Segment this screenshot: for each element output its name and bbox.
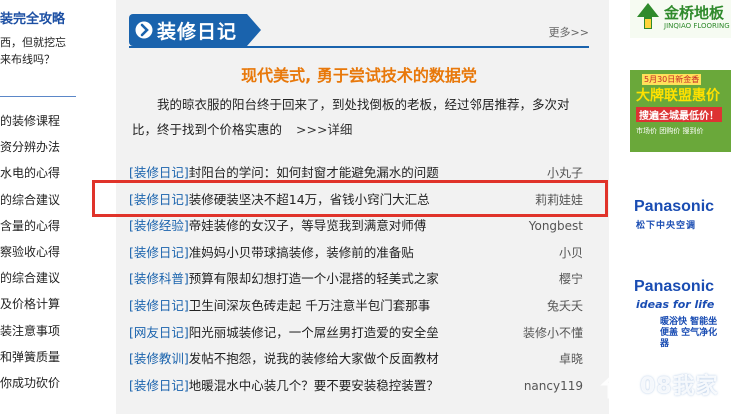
left-sub-line[interactable]: 西，但就挖忘 — [0, 34, 66, 50]
left-link-list: 的装修课程 资分辨办法 水电的心得 的综合建议 含量的心得 察验收心得 的综合建… — [0, 108, 78, 396]
left-list-item[interactable]: 资分辨办法 — [0, 134, 78, 160]
left-list-item[interactable]: 装注意事项 — [0, 318, 78, 344]
left-column: 装完全攻略 西，但就挖忘 来布线吗？ 的装修课程 资分辨办法 水电的心得 的综合… — [0, 0, 78, 414]
article-title[interactable]: 地暖混水中心装几个？要不要安装稳控装置？ — [189, 378, 439, 393]
more-link[interactable]: 更多>> — [549, 24, 589, 40]
article-row[interactable]: [装修日记]地暖混水中心装几个？要不要安装稳控装置？ nancy119 — [129, 373, 589, 400]
house-logo-icon — [600, 366, 640, 399]
article-row[interactable]: [装修日记]准妈妈小贝带球搞装修，装修前的准备贴 小贝 — [129, 240, 589, 267]
ad-panasonic-ac[interactable]: Panasonic 松下中央空调 — [630, 176, 731, 256]
ad-promo-banner[interactable]: 5月30日新金香 大牌联盟惠价日 搜遍全城最低价！ 市场价 团购价 搜到价 — [630, 70, 731, 152]
left-list-item[interactable]: 及价格计算 — [0, 291, 78, 317]
article-author[interactable]: 兔夭夭 — [547, 293, 583, 319]
ad-price-row: 市场价 团购价 搜到价 — [636, 127, 704, 135]
highlight-box — [92, 180, 608, 217]
site-watermark: 08我家 — [596, 360, 728, 404]
section-title: 装修日记 — [157, 21, 238, 43]
article-author[interactable]: Yongbest — [529, 213, 583, 239]
left-list-item[interactable]: 的综合建议 — [0, 265, 78, 291]
article-title[interactable]: 准妈妈小贝带球搞装修，装修前的准备贴 — [189, 245, 414, 260]
left-list-item[interactable]: 的装修课程 — [0, 108, 78, 134]
article-author[interactable]: 小贝 — [559, 240, 583, 266]
ad-brand: Panasonic — [634, 278, 715, 295]
tree-logo-icon — [637, 3, 659, 29]
article-author[interactable]: nancy119 — [524, 373, 583, 399]
article-row[interactable]: [装修教训]发帖不抱怨，说我的装修给大家做个反面教材 卓晓 — [129, 346, 589, 373]
article-category[interactable]: [装修经验] — [129, 218, 189, 233]
left-list-item[interactable]: 察验收心得 — [0, 239, 78, 265]
article-title[interactable]: 预算有限却幻想打造一个小混搭的轻美式之家 — [189, 271, 439, 286]
watermark-text: 08我家 — [640, 374, 719, 399]
ad-brand-sub: JINQIAO FLOORING — [664, 22, 730, 30]
ad-product: 暖浴快 智能坐便盖 空气净化器 — [660, 317, 718, 349]
article-row[interactable]: [装修科普]预算有限却幻想打造一个小混搭的轻美式之家 樱宁 — [129, 266, 589, 293]
ad-tagline: 搜遍全城最低价！ — [636, 107, 722, 122]
article-category[interactable]: [网友日记] — [129, 325, 189, 340]
article-category[interactable]: [装修日记] — [129, 298, 189, 313]
ad-slogan: ideas for life — [636, 298, 715, 311]
article-row[interactable]: [装修经验]帝娃装修的女汉子，等导览我到满意对师傅 Yongbest — [129, 213, 589, 240]
section-tag: 装修日记 — [129, 14, 261, 46]
chevron-right-icon — [135, 21, 153, 39]
ad-jinqiao-flooring[interactable]: 金桥地板 JINQIAO FLOORING — [630, 0, 731, 38]
article-category[interactable]: [装修日记] — [129, 165, 189, 180]
left-list-item[interactable]: 你成功砍价 — [0, 370, 78, 396]
article-row[interactable]: [装修日记]卫生间深灰色砖走起 千万注意半包门套那事 兔夭夭 — [129, 293, 589, 320]
left-list-item[interactable]: 的综合建议 — [0, 187, 78, 213]
article-author[interactable]: 樱宁 — [559, 266, 583, 292]
ad-panasonic-bath[interactable]: Panasonic ideas for life 暖浴快 智能坐便盖 空气净化器 — [630, 270, 731, 370]
article-title[interactable]: 阳光丽城装修记，一个屌丝男打造爱的安全垒 — [189, 325, 439, 340]
left-list-item[interactable]: 水电的心得 — [0, 160, 78, 186]
left-sub-line[interactable]: 来布线吗？ — [0, 51, 55, 67]
detail-link[interactable]: >>>详细 — [296, 122, 352, 137]
ad-product: 松下中央空调 — [636, 221, 697, 231]
article-author[interactable]: 装修小不懂 — [523, 320, 583, 346]
article-category[interactable]: [装修日记] — [129, 378, 189, 393]
header-divider — [129, 46, 589, 48]
feature-title-link[interactable]: 现代美式, 勇于尝试技术的数据党 — [129, 62, 589, 86]
article-category[interactable]: [装修科普] — [129, 271, 189, 286]
ad-brand: Panasonic — [634, 198, 715, 215]
article-title[interactable]: 发帖不抱怨，说我的装修给大家做个反面教材 — [189, 351, 439, 366]
ad-brand: 金桥地板 — [664, 4, 725, 22]
left-headline-link[interactable]: 装完全攻略 — [0, 8, 65, 27]
left-divider — [0, 96, 76, 97]
article-category[interactable]: [装修日记] — [129, 245, 189, 260]
article-category[interactable]: [装修教训] — [129, 351, 189, 366]
feature-description: 我的晾衣服的阳台终于回来了，到处找倒板的老板，经过邻居推荐，多次对比，终于找到个… — [132, 92, 584, 142]
article-row[interactable]: [网友日记]阳光丽城装修记，一个屌丝男打造爱的安全垒 装修小不懂 — [129, 320, 589, 347]
left-list-item[interactable]: 和弹簧质量 — [0, 344, 78, 370]
left-list-item[interactable]: 含量的心得 — [0, 213, 78, 239]
article-author[interactable]: 卓晓 — [559, 346, 583, 372]
article-title[interactable]: 封阳台的学问：如何封窗才能避免漏水的问题 — [189, 165, 439, 180]
article-title[interactable]: 帝娃装修的女汉子，等导览我到满意对师傅 — [189, 218, 427, 233]
article-title[interactable]: 卫生间深灰色砖走起 千万注意半包门套那事 — [189, 298, 430, 313]
ad-date: 5月30日新金香 — [642, 74, 702, 85]
ad-column: 金桥地板 JINQIAO FLOORING 5月30日新金香 大牌联盟惠价日 搜… — [616, 0, 731, 414]
